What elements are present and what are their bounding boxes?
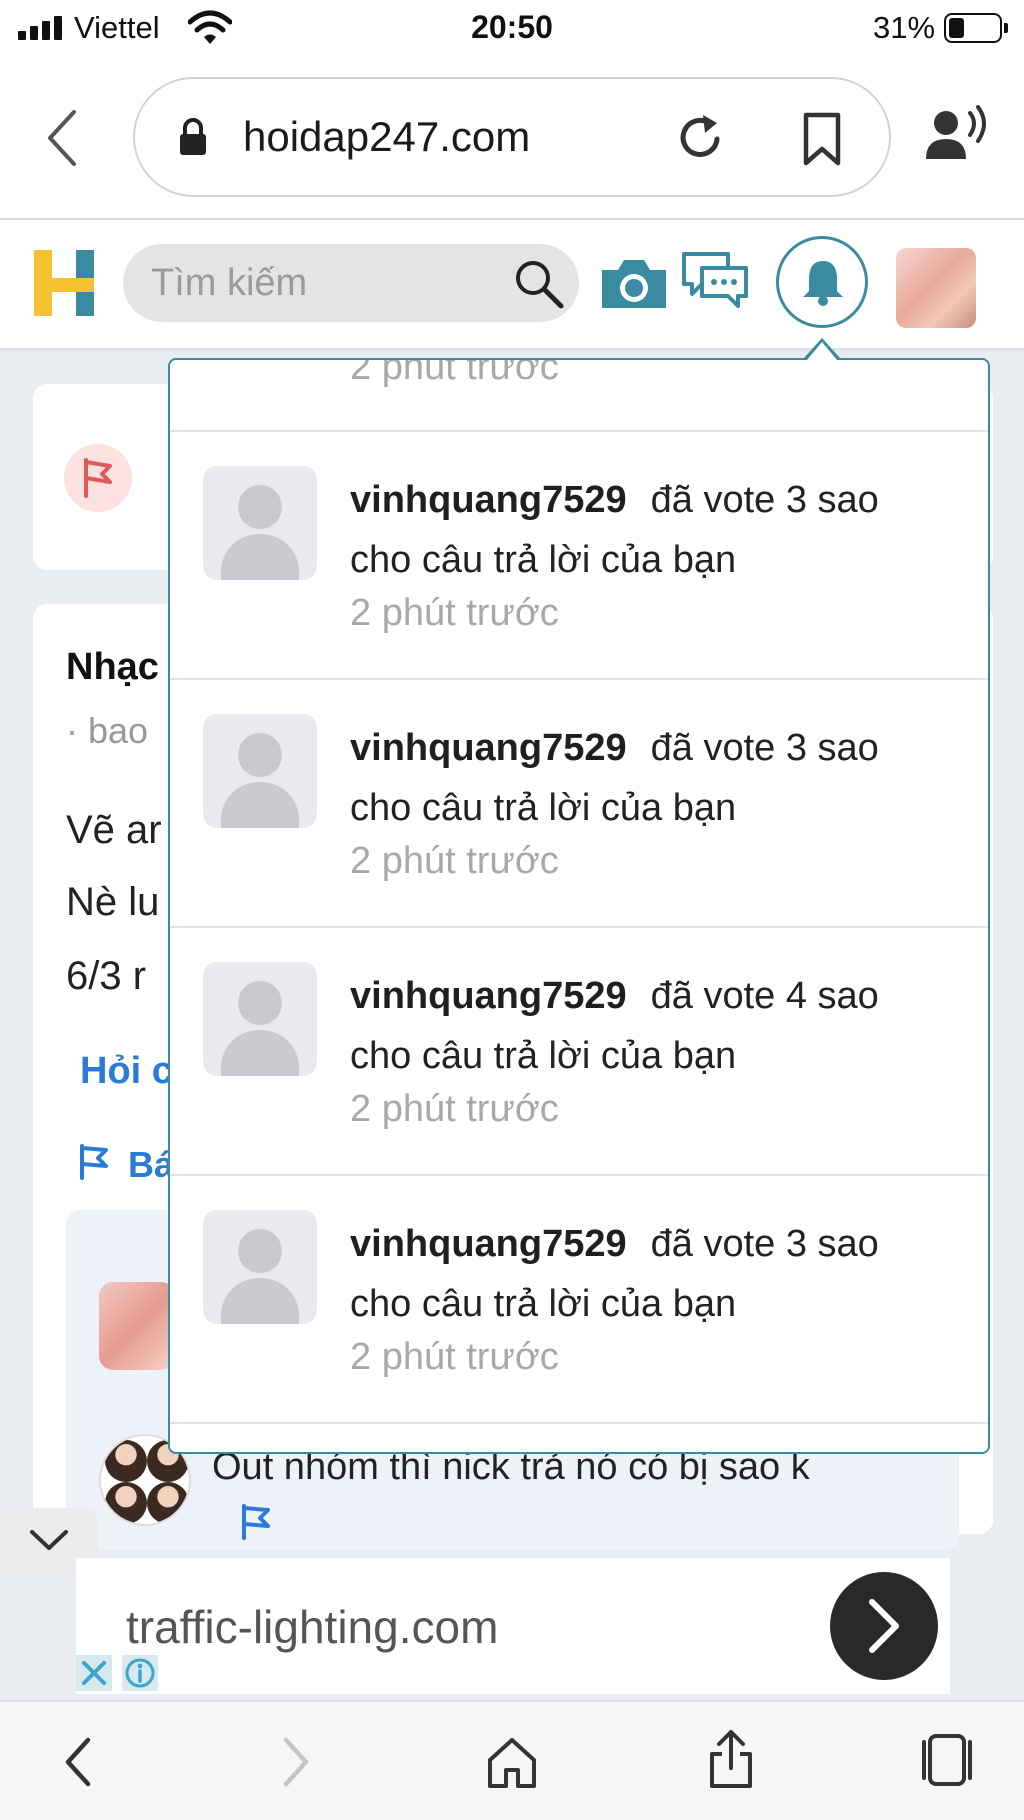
battery-icon [944,13,1008,43]
url-text: hoidap247.com [243,113,531,160]
search-icon[interactable] [513,258,565,310]
reply-flag-icon[interactable] [238,1502,272,1540]
notification-user: vinhquang7529 [350,1223,627,1265]
avatar-placeholder-icon [203,466,317,580]
tabs-icon[interactable] [918,1732,976,1788]
notification-time: 2 phút trước [350,1088,559,1130]
notification-text: vinhquang7529 đã vote 3 sao cho câu trả l… [350,1214,950,1334]
notification-message: cho câu trả lời của bạn [350,787,737,829]
question-title: Nhạc [66,646,159,688]
ad-open-button[interactable] [830,1572,938,1680]
search-bar [123,244,579,322]
lock-icon [180,118,206,155]
avatar-placeholder-icon [203,1210,317,1324]
reload-icon[interactable] [675,111,727,165]
notification-item[interactable]: 2 phút trước [170,358,988,432]
dropdown-caret-fill [807,342,837,360]
notification-text: vinhquang7529 đã vote 3 sao cho câu trả l… [350,718,950,838]
notification-message: cho câu trả lời của bạn [350,1283,737,1325]
browser-toolbar [0,1700,1024,1820]
notifications-button[interactable] [776,236,868,328]
ad-banner[interactable]: traffic-lighting.com [76,1558,950,1694]
notification-action: đã vote 3 sao [650,1223,879,1265]
notification-user: vinhquang7529 [350,727,627,769]
camera-icon[interactable] [598,256,670,312]
search-input[interactable] [151,262,511,304]
ad-close-button[interactable] [76,1655,112,1691]
notification-action: đã vote 4 sao [650,975,879,1017]
notification-time: 2 phút trước [350,840,559,882]
notification-item[interactable]: vinhquang7529 đã vote 3 sao cho câu trả l… [170,680,988,928]
forward-icon[interactable] [276,1734,316,1790]
notification-action: đã vote 3 sao [650,479,879,521]
user-avatar[interactable] [896,248,976,328]
close-icon [82,1661,106,1685]
site-header [0,220,1024,348]
address-bar[interactable]: hoidap247.com [133,77,891,197]
speaker-icon[interactable] [924,105,990,165]
notification-time: 2 phút trước [350,1336,559,1378]
report-flag-icon[interactable] [76,1142,110,1180]
browser-url-bar: hoidap247.com [0,60,1024,220]
notification-text: vinhquang7529 đã vote 3 sao cho câu trả l… [350,470,950,590]
ad-info-button[interactable] [122,1655,158,1691]
share-icon[interactable] [708,1728,754,1790]
notification-message: cho câu trả lời của bạn [350,1035,737,1077]
notification-action: đã vote 3 sao [650,727,879,769]
back-icon[interactable] [58,1734,98,1790]
flag-icon [64,444,132,512]
notification-dropdown[interactable]: 2 phút trước vinhquang7529 đã vote 3 sao … [168,358,990,1454]
question-body-line: Nè lu [66,880,160,924]
notification-text: vinhquang7529 đã vote 4 sao cho câu trả l… [350,966,950,1086]
battery-percent: 31% [873,10,936,45]
chevron-right-icon [869,1599,899,1653]
avatar-placeholder-icon [203,962,317,1076]
notification-user: vinhquang7529 [350,975,627,1017]
bookmark-icon[interactable] [800,111,844,167]
commenter-avatar[interactable] [99,1282,175,1370]
status-bar: Viettel 20:50 31% [0,0,1024,60]
notification-item[interactable]: vinhquang7529 đã vote 3 sao cho câu trả l… [170,1176,988,1424]
question-body-line: 6/3 r [66,954,147,998]
notification-item[interactable]: vinhquang7529 đã vote 4 sao cho câu trả l… [170,928,988,1176]
question-meta: · bao [66,710,149,751]
chevron-down-icon [30,1530,68,1550]
notification-message: cho câu trả lời của bạn [350,539,737,581]
notification-user: vinhquang7529 [350,479,627,521]
status-time: 20:50 [471,9,553,45]
back-icon[interactable] [42,108,82,168]
ask-link[interactable]: Hỏi c [80,1050,173,1093]
avatar-placeholder-icon [203,714,317,828]
ad-domain: traffic-lighting.com [126,1601,499,1653]
notification-item[interactable]: vinhquang7529 đã vote 3 sao cho câu trả l… [170,432,988,680]
info-icon [125,1658,155,1688]
notification-time: 2 phút trước [350,592,559,634]
question-body-line: Vẽ ar [66,808,162,852]
chat-icon[interactable] [680,250,750,310]
home-icon[interactable] [486,1734,538,1790]
bell-icon [803,261,843,306]
site-logo[interactable] [32,248,96,318]
notification-time: 2 phút trước [350,358,559,388]
